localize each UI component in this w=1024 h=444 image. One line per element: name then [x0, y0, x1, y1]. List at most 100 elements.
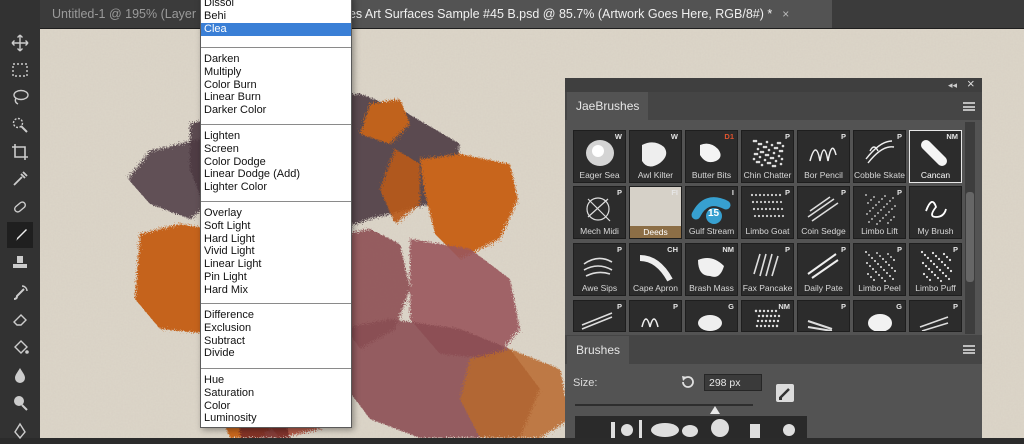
- tab-untitled-1[interactable]: Untitled-1 @ 195% (Layer: [52, 0, 202, 28]
- reset-icon[interactable]: [680, 374, 696, 395]
- brush-preset[interactable]: P Fax Pancake: [741, 243, 794, 296]
- blend-mode-item[interactable]: Vivid Light: [201, 245, 351, 258]
- scrollbar[interactable]: [965, 122, 975, 334]
- brush-preset[interactable]: P: [573, 300, 626, 332]
- dodge-tool[interactable]: [7, 390, 33, 416]
- move-tool-tool[interactable]: [7, 30, 33, 56]
- panel-titlebar[interactable]: [565, 78, 982, 92]
- brush-label: Gulf Stream: [688, 226, 735, 236]
- blend-mode-item[interactable]: Darken: [201, 53, 351, 66]
- brush-preset[interactable]: NM Brash Mass: [685, 243, 738, 296]
- size-slider[interactable]: [575, 404, 753, 406]
- brush-preset[interactable]: 15 I Gulf Stream: [685, 186, 738, 239]
- brush-preset[interactable]: P: [629, 300, 682, 332]
- blend-mode-item[interactable]: Linear Light: [201, 258, 351, 271]
- tab-art-surfaces[interactable]: hes Art Surfaces Sample #45 B.psd @ 85.7…: [338, 0, 832, 28]
- size-slider-thumb[interactable]: [710, 406, 720, 414]
- brush-preset[interactable]: P Limbo Puff: [909, 243, 962, 296]
- panel-menu-icon[interactable]: [963, 345, 975, 354]
- brush-badge: P: [616, 245, 622, 254]
- brush-preset[interactable]: P Bor Pencil: [797, 130, 850, 183]
- blend-mode-item[interactable]: Lighten: [201, 130, 351, 143]
- pen-tool-tool[interactable]: [7, 418, 33, 444]
- blend-mode-item[interactable]: Linear Dodge (Add): [201, 168, 351, 181]
- blend-mode-dropdown[interactable]: Dissol Behi Clea Darken Multiply Color Burn Li…: [200, 0, 352, 428]
- brush-preset[interactable]: FI Deeds: [629, 186, 682, 239]
- lasso-tool-tool[interactable]: [7, 84, 33, 110]
- tab-jaebrushes[interactable]: JaeBrushes: [567, 92, 649, 120]
- pen-tool-icon: [14, 422, 26, 440]
- brush-preset[interactable]: P: [797, 300, 850, 332]
- blend-mode-item[interactable]: Color Burn: [201, 79, 351, 92]
- blur-drop-tool[interactable]: [7, 362, 33, 388]
- brush-preset[interactable]: W Eager Sea: [573, 130, 626, 183]
- size-field[interactable]: 298 px: [704, 374, 762, 391]
- blend-mode-item[interactable]: Overlay: [201, 207, 351, 220]
- blend-mode-item[interactable]: Color Dodge: [201, 156, 351, 169]
- paint-bucket-tool[interactable]: [7, 334, 33, 360]
- crop-tool-tool[interactable]: [7, 139, 33, 165]
- blend-mode-item[interactable]: Hard Mix: [201, 284, 351, 297]
- brush-badge: P: [840, 245, 846, 254]
- history-brush-tool[interactable]: [7, 280, 33, 306]
- blend-mode-item[interactable]: Divide: [201, 347, 351, 360]
- brush-label: Awe Sips: [581, 283, 618, 293]
- quick-select-tool[interactable]: [7, 112, 33, 138]
- brush-preset[interactable]: CH Cape Apron: [629, 243, 682, 296]
- eyedropper-tool[interactable]: [7, 166, 33, 192]
- brush-preset[interactable]: NM: [741, 300, 794, 332]
- brush-preset[interactable]: P Cobble Skate: [853, 130, 906, 183]
- blend-mode-item[interactable]: Behi: [201, 10, 351, 23]
- scrollbar-thumb[interactable]: [966, 192, 974, 282]
- blend-mode-item[interactable]: Subtract: [201, 335, 351, 348]
- brush-edit-icon[interactable]: [776, 384, 794, 402]
- blend-mode-item[interactable]: Luminosity: [201, 412, 351, 425]
- brush-preset[interactable]: NM Cancan: [909, 130, 962, 183]
- blend-mode-item[interactable]: Clea: [201, 22, 351, 36]
- tab-label: hes Art Surfaces Sample #45 B.psd @ 85.7…: [342, 7, 773, 21]
- blend-mode-item[interactable]: Lighter Color: [201, 181, 351, 194]
- brush-preset[interactable]: P Awe Sips: [573, 243, 626, 296]
- brush-preset[interactable]: P: [909, 300, 962, 332]
- blend-mode-item[interactable]: Pin Light: [201, 271, 351, 284]
- brush-preset[interactable]: D1 Butter Bits: [685, 130, 738, 183]
- brush-preset[interactable]: G: [853, 300, 906, 332]
- brush-preset[interactable]: G: [685, 300, 738, 332]
- brush-label: Bor Pencil: [804, 170, 843, 180]
- brush-preset[interactable]: P Limbo Peel: [853, 243, 906, 296]
- blend-mode-item[interactable]: Saturation: [201, 387, 351, 400]
- brush-preset[interactable]: My Brush: [909, 186, 962, 239]
- brush-preset[interactable]: P Chin Chatter: [741, 130, 794, 183]
- brush-preset[interactable]: W Awl Kilter: [629, 130, 682, 183]
- brush-preset[interactable]: P Mech Midi: [573, 186, 626, 239]
- blend-mode-item[interactable]: Soft Light: [201, 220, 351, 233]
- blend-mode-item[interactable]: Multiply: [201, 66, 351, 79]
- tab-brushes[interactable]: Brushes: [567, 336, 630, 364]
- blend-mode-item[interactable]: Exclusion: [201, 322, 351, 335]
- brush-tool-icon: [14, 229, 27, 241]
- blend-mode-item[interactable]: Dissol: [201, 0, 351, 10]
- blend-mode-item[interactable]: Screen: [201, 143, 351, 156]
- brush-badge: P: [896, 132, 902, 141]
- blend-mode-item[interactable]: Darker Color: [201, 104, 351, 117]
- eraser-tool[interactable]: [7, 306, 33, 332]
- marquee-tool-tool[interactable]: [7, 57, 33, 83]
- clone-stamp-tool[interactable]: [7, 250, 33, 276]
- close-icon[interactable]: ×: [782, 0, 789, 28]
- blend-mode-item[interactable]: Hue: [201, 374, 351, 387]
- blend-mode-item[interactable]: Hard Light: [201, 233, 351, 246]
- close-icon[interactable]: ×: [967, 77, 975, 91]
- brush-tool-tool[interactable]: [7, 222, 33, 248]
- clone-stamp-icon: [13, 256, 27, 268]
- blend-mode-item[interactable]: Linear Burn: [201, 91, 351, 104]
- brush-preset[interactable]: P Limbo Goat: [741, 186, 794, 239]
- brush-preset[interactable]: P Coin Sedge: [797, 186, 850, 239]
- healing-brush-tool[interactable]: [7, 194, 33, 220]
- brush-preset[interactable]: P Limbo Lift: [853, 186, 906, 239]
- collapse-icon[interactable]: ◂◂: [948, 79, 957, 91]
- blend-mode-item[interactable]: Color: [201, 400, 351, 413]
- blend-mode-item[interactable]: Difference: [201, 309, 351, 322]
- eraser-icon: [13, 314, 27, 326]
- brush-preset[interactable]: P Daily Pate: [797, 243, 850, 296]
- panel-menu-icon[interactable]: [963, 102, 975, 111]
